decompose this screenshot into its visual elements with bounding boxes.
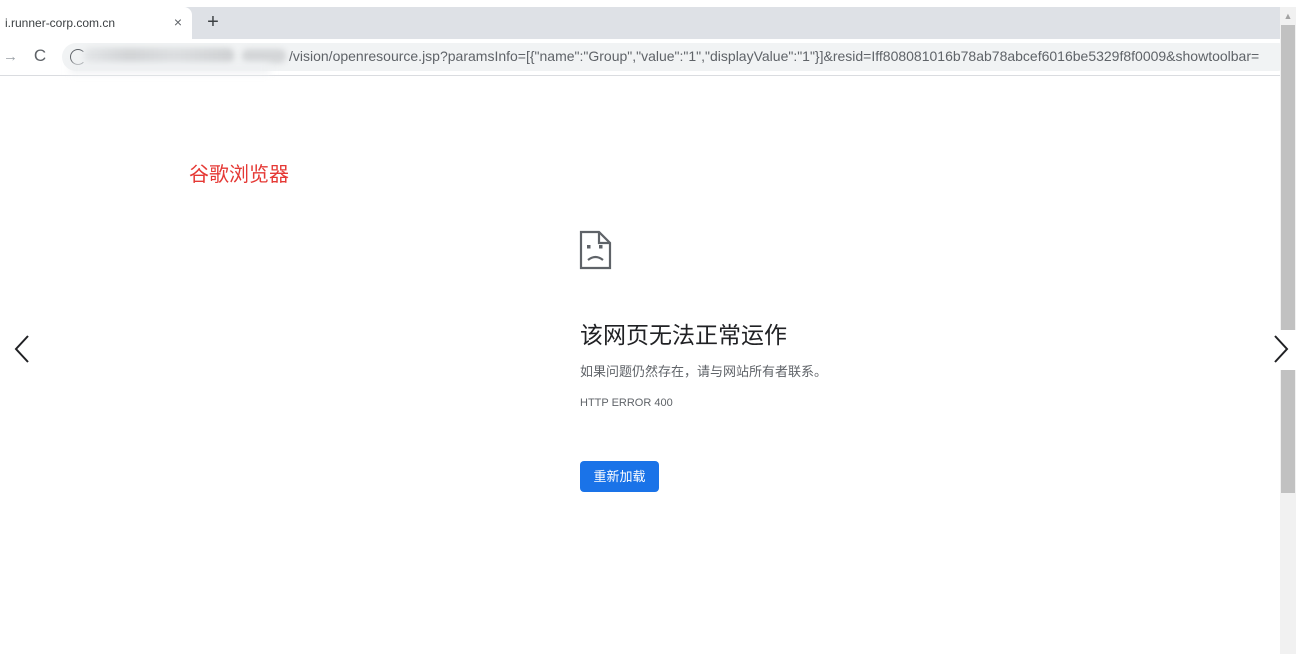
error-description: 如果问题仍然存在，请与网站所有者联系。 [580, 364, 828, 379]
redaction-smudge [70, 63, 270, 73]
tab-strip: i.runner-corp.com.cn × + [0, 7, 1280, 39]
tab-title: i.runner-corp.com.cn [5, 16, 116, 30]
redacted-domain [84, 48, 234, 64]
chevron-right-icon[interactable] [1266, 330, 1296, 370]
new-tab-button[interactable]: + [202, 10, 224, 34]
sad-page-icon [578, 229, 614, 271]
scroll-thumb[interactable] [1281, 25, 1295, 493]
reload-page-button[interactable]: 重新加载 [580, 461, 659, 492]
chevron-left-icon[interactable] [8, 330, 38, 370]
forward-arrow-icon[interactable]: → [3, 48, 18, 66]
error-code: HTTP ERROR 400 [580, 397, 673, 409]
redacted-path [242, 49, 286, 63]
browser-tab[interactable]: i.runner-corp.com.cn × [0, 7, 192, 39]
browser-annotation-label: 谷歌浏览器 [189, 164, 289, 186]
reload-icon[interactable]: C [30, 46, 50, 66]
url-text[interactable]: /vision/openresource.jsp?paramsInfo=[{"n… [289, 48, 1259, 64]
close-tab-icon[interactable]: × [170, 13, 186, 31]
scroll-up-arrow-icon[interactable]: ▲ [1280, 7, 1296, 25]
browser-window: i.runner-corp.com.cn × + → C /vision/ope… [0, 0, 1296, 654]
error-title: 该网页无法正常运作 [580, 322, 787, 348]
